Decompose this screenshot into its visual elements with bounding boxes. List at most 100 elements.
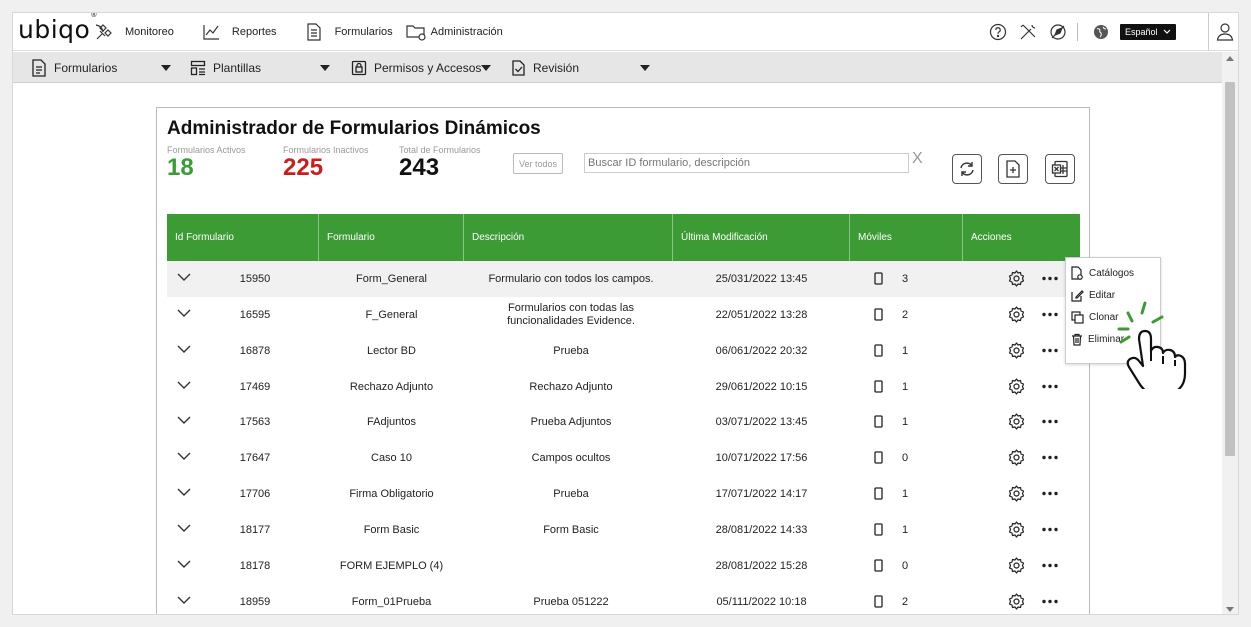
chevron-down-icon[interactable] (177, 559, 191, 569)
cell-modificacion: 06/061/2022 20:32 (715, 344, 808, 357)
cell-formulario: Rechazo Adjunto (349, 380, 434, 393)
clear-search-icon[interactable]: X (912, 150, 923, 168)
mobile-icon (874, 380, 883, 393)
chevron-down-icon[interactable] (177, 308, 191, 318)
cell-modificacion: 25/031/2022 13:45 (715, 272, 808, 285)
export-excel-button[interactable] (1045, 154, 1075, 184)
logo[interactable]: ubiqo® (13, 13, 97, 42)
page-title: Administrador de Formularios Dinámicos (167, 118, 541, 139)
more-options-icon[interactable] (1042, 348, 1058, 353)
more-options-icon[interactable] (1042, 419, 1058, 424)
table-row[interactable]: 18959 Form_01Prueba Prueba 051222 05/111/20… (167, 584, 1080, 614)
cell-descripcion: Formulario con todos los campos. (488, 272, 654, 285)
chevron-down-icon[interactable] (640, 65, 650, 71)
gear-icon[interactable] (1008, 485, 1025, 502)
stat-inactive: Formularios Inactivos 225 (283, 145, 369, 182)
scroll-up-icon[interactable] (1226, 56, 1234, 61)
table-row[interactable]: 18177 Form Basic Form Basic 28/081/2022 14:… (167, 512, 1080, 548)
help-icon[interactable] (985, 19, 1011, 45)
cell-descripcion: Campos ocultos (531, 451, 611, 464)
chevron-down-icon[interactable] (177, 344, 191, 354)
col-moviles[interactable]: Móviles (850, 214, 963, 261)
more-options-icon[interactable] (1042, 491, 1058, 496)
refresh-button[interactable] (952, 154, 982, 184)
subnav-permisos-label: Permisos y Accesos (374, 60, 482, 75)
language-select[interactable]: Español (1120, 24, 1176, 40)
nav-administracion[interactable]: Administración (403, 19, 503, 45)
menu-catalogos-label: Catálogos (1089, 267, 1135, 279)
search-input[interactable] (584, 153, 909, 173)
top-bar: ubiqo® Monitoreo Reportes Formularios Ad… (13, 13, 1238, 51)
more-options-icon[interactable] (1042, 527, 1058, 532)
table-row[interactable]: 16878 Lector BD Prueba 06/061/2022 20:32 1 (167, 333, 1080, 369)
gear-icon[interactable] (1008, 342, 1025, 359)
chevron-down-icon[interactable] (320, 65, 330, 71)
more-options-icon[interactable] (1042, 384, 1058, 389)
more-options-icon[interactable] (1042, 563, 1058, 568)
mobile-icon (874, 559, 883, 572)
compass-off-icon[interactable] (1045, 19, 1071, 45)
more-options-icon[interactable] (1042, 599, 1058, 604)
app-window: ubiqo® Monitoreo Reportes Formularios Ad… (12, 12, 1239, 615)
folder-settings-icon (403, 19, 429, 45)
chevron-down-icon[interactable] (161, 65, 171, 71)
gear-icon[interactable] (1008, 413, 1025, 430)
table-row[interactable]: 17563 FAdjuntos Prueba Adjuntos 03/071/2022… (167, 404, 1080, 440)
col-acciones[interactable]: Acciones (963, 214, 1080, 261)
chevron-down-icon[interactable] (177, 272, 191, 282)
scrollbar-thumb[interactable] (1225, 82, 1235, 456)
table-row[interactable]: 17469 Rechazo Adjunto Rechazo Adjunto 29/06… (167, 369, 1080, 405)
chevron-down-icon[interactable] (177, 415, 191, 425)
forms-admin-panel: Administrador de Formularios Dinámicos F… (156, 107, 1090, 614)
add-form-button[interactable] (998, 154, 1028, 184)
more-options-icon[interactable] (1042, 455, 1058, 460)
gear-icon[interactable] (1008, 449, 1025, 466)
chevron-down-icon[interactable] (177, 523, 191, 533)
nav-reportes-label: Reportes (231, 25, 277, 38)
ver-todos-button[interactable]: Ver todos (513, 153, 563, 174)
scroll-down-icon[interactable] (1226, 607, 1234, 612)
table-row[interactable]: 18178 FORM EJEMPLO (4) 28/081/2022 15:28 0 (167, 548, 1080, 584)
subnav-permisos[interactable]: Permisos y Accesos (351, 52, 481, 83)
top-right-tools: Español (981, 13, 1238, 51)
user-menu[interactable] (1208, 13, 1238, 51)
subnav-revision[interactable]: Revisión (511, 52, 579, 83)
col-formulario[interactable]: Formulario (319, 214, 464, 261)
subnav-plantillas[interactable]: Plantillas (190, 52, 261, 83)
chevron-down-icon[interactable] (481, 65, 491, 71)
subnav-formularios[interactable]: Formularios (31, 52, 117, 83)
gear-icon[interactable] (1008, 306, 1025, 323)
cell-formulario: Form_General (356, 272, 427, 285)
col-id[interactable]: Id Formulario (167, 214, 319, 261)
menu-catalogos[interactable]: Catálogos (1071, 264, 1134, 282)
gear-icon[interactable] (1008, 557, 1025, 574)
globe-icon[interactable] (1088, 19, 1114, 45)
tools-icon[interactable] (1015, 19, 1041, 45)
table-row[interactable]: 16595 F_General Formularios con todas las … (167, 297, 1080, 333)
table-row[interactable]: 15950 Form_General Formulario con todos lo… (167, 261, 1080, 297)
nav-administracion-label: Administración (430, 25, 503, 38)
chevron-down-icon[interactable] (177, 380, 191, 390)
gear-icon[interactable] (1008, 378, 1025, 395)
nav-formularios[interactable]: Formularios (301, 19, 393, 45)
gear-icon[interactable] (1008, 270, 1025, 287)
cell-descripcion: Form Basic (543, 523, 599, 536)
table-row[interactable]: 17706 Firma Obligatorio Prueba 17/071/2022 … (167, 476, 1080, 512)
chevron-down-icon[interactable] (177, 487, 191, 497)
menu-editar[interactable]: Editar (1071, 286, 1115, 304)
nav-reportes[interactable]: Reportes (198, 19, 277, 45)
vertical-scrollbar[interactable] (1222, 52, 1238, 614)
gear-icon[interactable] (1008, 521, 1025, 538)
chevron-down-icon[interactable] (177, 595, 191, 605)
more-options-icon[interactable] (1042, 276, 1058, 281)
col-descripcion[interactable]: Descripción (464, 214, 673, 261)
nav-monitoreo[interactable]: Monitoreo (91, 19, 174, 45)
table-row[interactable]: 17647 Caso 10 Campos ocultos 10/071/2022 17… (167, 440, 1080, 476)
cell-moviles: 1 (901, 344, 909, 357)
gear-icon[interactable] (1008, 593, 1025, 610)
chevron-down-icon[interactable] (177, 451, 191, 461)
mobile-icon (874, 487, 883, 500)
col-ultima-modificacion[interactable]: Última Modificación (673, 214, 850, 261)
checklist-icon (512, 60, 525, 76)
more-options-icon[interactable] (1042, 312, 1058, 317)
